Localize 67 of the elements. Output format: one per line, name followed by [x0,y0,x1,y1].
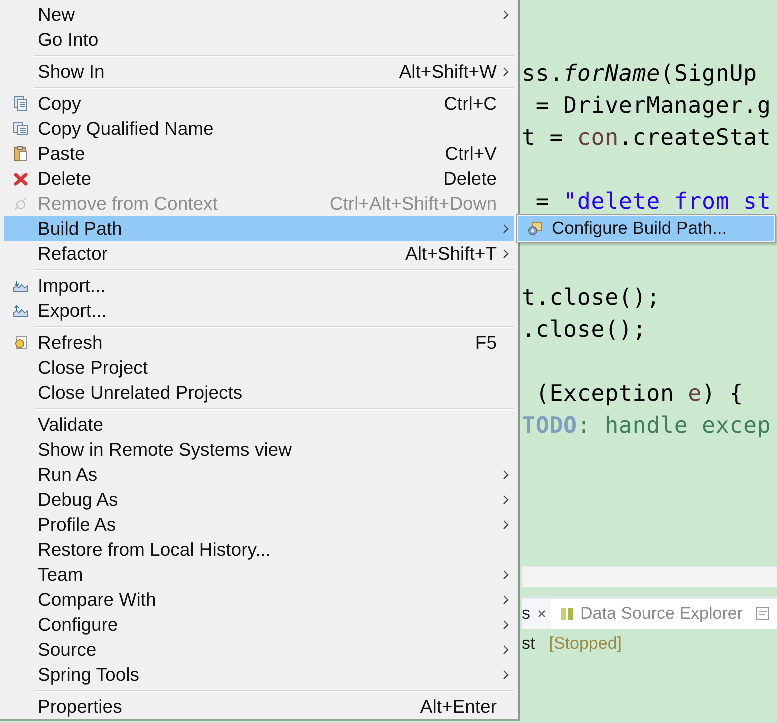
menu-item[interactable]: Close Project [4,355,514,380]
menu-item[interactable]: Properties Alt+Enter [4,694,514,719]
menu-item[interactable]: Import... [4,273,514,298]
code-line: t = con.createStat [522,125,772,151]
menu-item[interactable]: Go Into [4,27,514,52]
shortcut-label: Ctrl+Alt+Shift+Down [330,192,497,214]
menu-item[interactable]: Copy Ctrl+C [4,91,514,116]
menu-item[interactable]: Export... [4,298,514,323]
copy-icon [13,96,29,112]
menu-item[interactable]: Restore from Local History... [4,537,514,562]
chevron-icon [502,618,510,630]
menu-item[interactable]: Spring Tools [4,662,514,687]
code-line: .close(); [522,317,647,343]
menu-item[interactable]: Profile As [4,512,514,537]
menu-item[interactable]: Show in Remote Systems view [4,437,514,462]
menu-item[interactable]: Compare With [4,587,514,612]
code-line: (Exception e) { [534,381,744,407]
shortcut-label: Delete [444,168,497,190]
page-icon [13,334,29,350]
database-icon [558,606,574,622]
panel-tab[interactable]: s [522,599,550,629]
menu-item[interactable]: Run As [4,462,514,487]
menu-item[interactable]: Source [4,637,514,662]
menu-item[interactable]: Build Path [4,216,514,241]
clipboard-icon [13,146,29,162]
menu-item[interactable]: Debug As [4,487,514,512]
menu-item[interactable]: Copy Qualified Name [4,116,514,141]
menu-item[interactable]: Refactor Alt+Shift+T [4,241,514,266]
shortcut-label: Alt+Enter [420,696,497,718]
shortcut-label: Alt+Shift+T [405,242,497,264]
copy-icon [13,120,29,136]
shortcut-label: Alt+Shift+W [399,60,497,82]
shortcut-label: F5 [475,332,497,354]
menu-item[interactable]: Close Unrelated Projects [4,380,514,405]
code-line: ss.forName(SignUp [522,61,758,87]
menu-item[interactable]: Configure [4,612,514,637]
chevron-icon [502,248,510,260]
window-icon[interactable] [755,606,772,622]
console-status: [Stopped] [549,634,622,654]
chevron-icon [502,518,510,530]
chevron-icon [502,66,510,78]
menu-item[interactable]: Configure Build Path... [518,216,774,241]
code-line: TODO: handle excep [522,413,772,439]
close-icon[interactable] [536,609,546,619]
chevron-icon [502,568,510,580]
menu-item[interactable]: New [4,2,514,27]
chevron-icon [502,668,510,680]
menu-item[interactable]: Delete Delete [4,166,514,191]
cross-icon [13,170,29,186]
code-line: t.close(); [522,285,660,311]
menu-item[interactable]: Team [4,562,514,587]
code-line: = "delete from st [534,189,772,215]
chevron-icon [502,222,510,234]
chevron-icon [502,644,510,656]
chevron-icon [502,468,510,480]
picture-icon [13,302,29,318]
code-line: = DriverManager.g [534,93,772,119]
chevron-icon [502,8,510,20]
menu-item[interactable]: Validate [4,412,514,437]
menu-item[interactable]: Refresh F5 [4,330,514,355]
chevron-icon [502,594,510,606]
menu-item[interactable]: Show In Alt+Shift+W [4,59,514,84]
chevron-icon [502,494,510,506]
menu-item[interactable]: Paste Ctrl+V [4,141,514,166]
shortcut-label: Ctrl+V [445,142,497,164]
console-name: st [522,634,536,654]
shortcut-label: Ctrl+C [444,92,497,114]
